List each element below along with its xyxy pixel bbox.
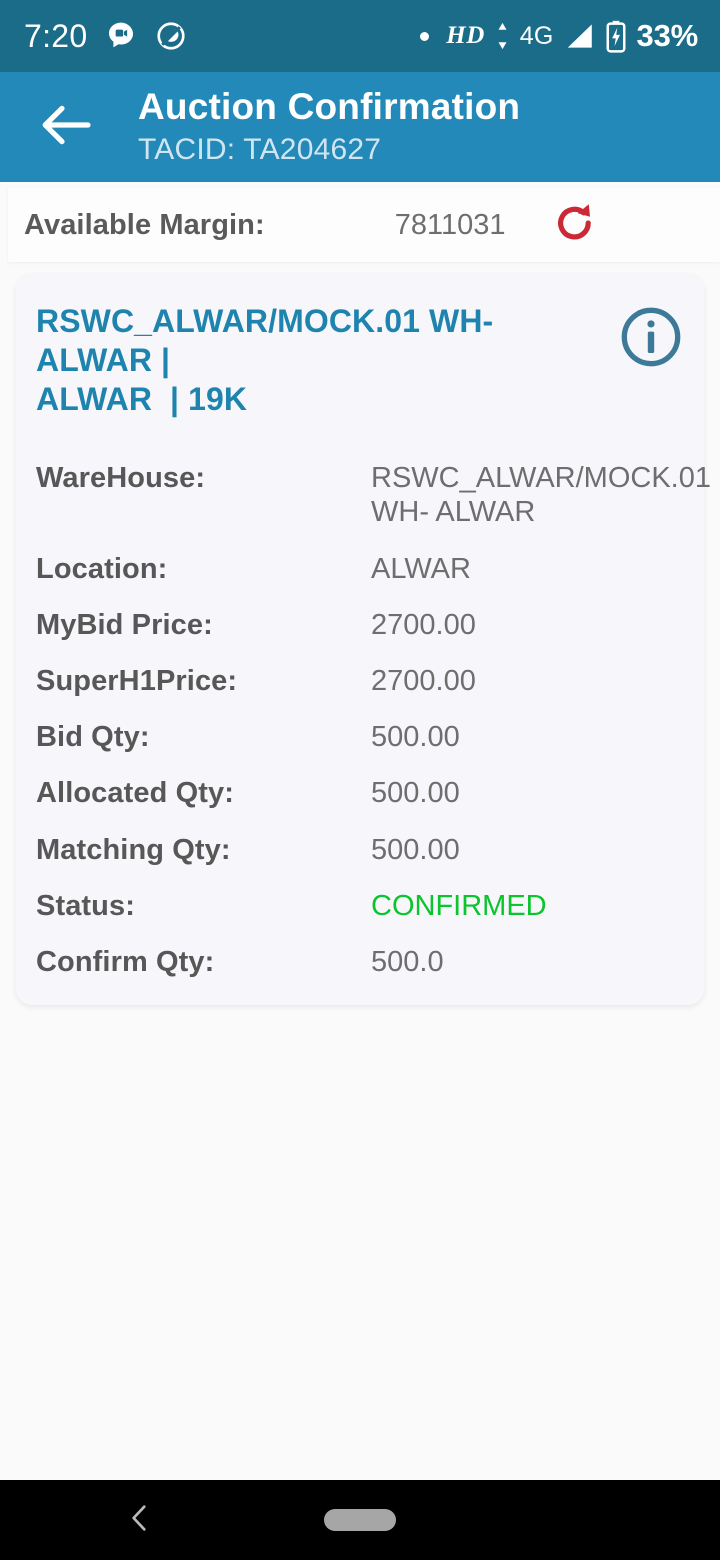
back-arrow-icon: [40, 102, 92, 153]
table-row: Matching Qty: 500.00: [36, 833, 684, 867]
table-row: WareHouse: RSWC_ALWAR/MOCK.01 WH- ALWAR: [36, 461, 711, 529]
page-subtitle-tacid: TACID: TA204627: [138, 132, 382, 166]
table-row: MyBid Price: 2700.00: [36, 608, 684, 642]
signal-bars-icon: [563, 21, 596, 51]
status-bar: 7:20 HD 4G 33%: [0, 0, 720, 72]
refresh-icon: [551, 199, 599, 252]
auction-detail-card: RSWC_ALWAR/MOCK.01 WH- ALWAR | ALWAR | 1…: [16, 274, 711, 1006]
back-button[interactable]: [30, 91, 102, 163]
system-back-button[interactable]: [110, 1490, 170, 1550]
row-label-allocated-qty: Allocated Qty:: [36, 777, 234, 810]
row-label-location: Location:: [36, 552, 168, 585]
separator-dot-icon: [420, 31, 430, 41]
table-row: Location: ALWAR: [36, 552, 684, 586]
status-bar-right: HD 4G 33%: [420, 18, 698, 54]
row-value-warehouse: RSWC_ALWAR/MOCK.01 WH- ALWAR: [371, 462, 711, 529]
app-bar-titles: Auction Confirmation TACID: TA204627: [138, 86, 520, 169]
battery-percent-label: 33%: [636, 18, 699, 53]
table-row: SuperH1Price: 2700.00: [36, 664, 684, 698]
detail-rows: WareHouse: RSWC_ALWAR/MOCK.01 WH- ALWAR …: [36, 461, 711, 979]
battery-charging-icon: [605, 20, 627, 53]
row-value-location: ALWAR: [371, 552, 471, 585]
row-label-matching-qty: Matching Qty:: [36, 833, 231, 866]
table-row: Status: CONFIRMED: [36, 889, 684, 923]
nav-back-icon: [123, 1501, 157, 1540]
do-not-disturb-icon: [155, 20, 187, 52]
table-row: Confirm Qty: 500.0: [36, 945, 684, 979]
available-margin-label: Available Margin:: [24, 208, 265, 241]
row-label-mybid-price: MyBid Price:: [36, 608, 213, 641]
row-label-warehouse: WareHouse:: [36, 462, 206, 495]
table-row: Bid Qty: 500.00: [36, 720, 684, 754]
hd-label: HD: [446, 22, 485, 49]
row-value-mybid-price: 2700.00: [371, 608, 476, 641]
status-badge: CONFIRMED: [371, 889, 547, 922]
row-label-bid-qty: Bid Qty:: [36, 721, 150, 754]
row-label-confirm-qty: Confirm Qty:: [36, 946, 215, 979]
table-row: Allocated Qty: 500.00: [36, 776, 684, 810]
system-home-pill[interactable]: [324, 1509, 396, 1531]
info-icon: [619, 305, 683, 374]
available-margin-bar: Available Margin: 7811031: [8, 188, 720, 262]
row-value-confirm-qty: 500.0: [371, 946, 444, 979]
phone-screen: 7:20 HD 4G 33% Auction Confirmation TACI…: [0, 0, 720, 1560]
row-value-superh1-price: 2700.00: [371, 664, 476, 697]
video-message-icon: [105, 20, 137, 52]
row-value-allocated-qty: 500.00: [371, 777, 460, 810]
app-bar: Auction Confirmation TACID: TA204627: [0, 72, 720, 182]
status-clock: 7:20: [24, 18, 88, 54]
data-transfer-arrows-icon: [494, 21, 511, 51]
card-header: RSWC_ALWAR/MOCK.01 WH- ALWAR | ALWAR | 1…: [36, 296, 684, 419]
refresh-margin-button[interactable]: [548, 198, 602, 252]
row-value-bid-qty: 500.00: [371, 721, 460, 754]
margin-bar-wrapper: Available Margin: 7811031: [0, 182, 720, 274]
row-label-status: Status:: [36, 889, 135, 922]
system-navigation-bar: [0, 1480, 720, 1560]
status-bar-left: 7:20: [24, 20, 187, 52]
page-title: Auction Confirmation: [138, 85, 521, 127]
info-button[interactable]: [618, 306, 684, 372]
card-title: RSWC_ALWAR/MOCK.01 WH- ALWAR | ALWAR | 1…: [36, 303, 494, 418]
content-area: RSWC_ALWAR/MOCK.01 WH- ALWAR | ALWAR | 1…: [0, 274, 720, 1480]
available-margin-value: 7811031: [394, 208, 506, 241]
row-label-superh1-price: SuperH1Price:: [36, 664, 238, 697]
row-value-matching-qty: 500.00: [371, 833, 460, 866]
network-type-label: 4G: [519, 21, 554, 50]
